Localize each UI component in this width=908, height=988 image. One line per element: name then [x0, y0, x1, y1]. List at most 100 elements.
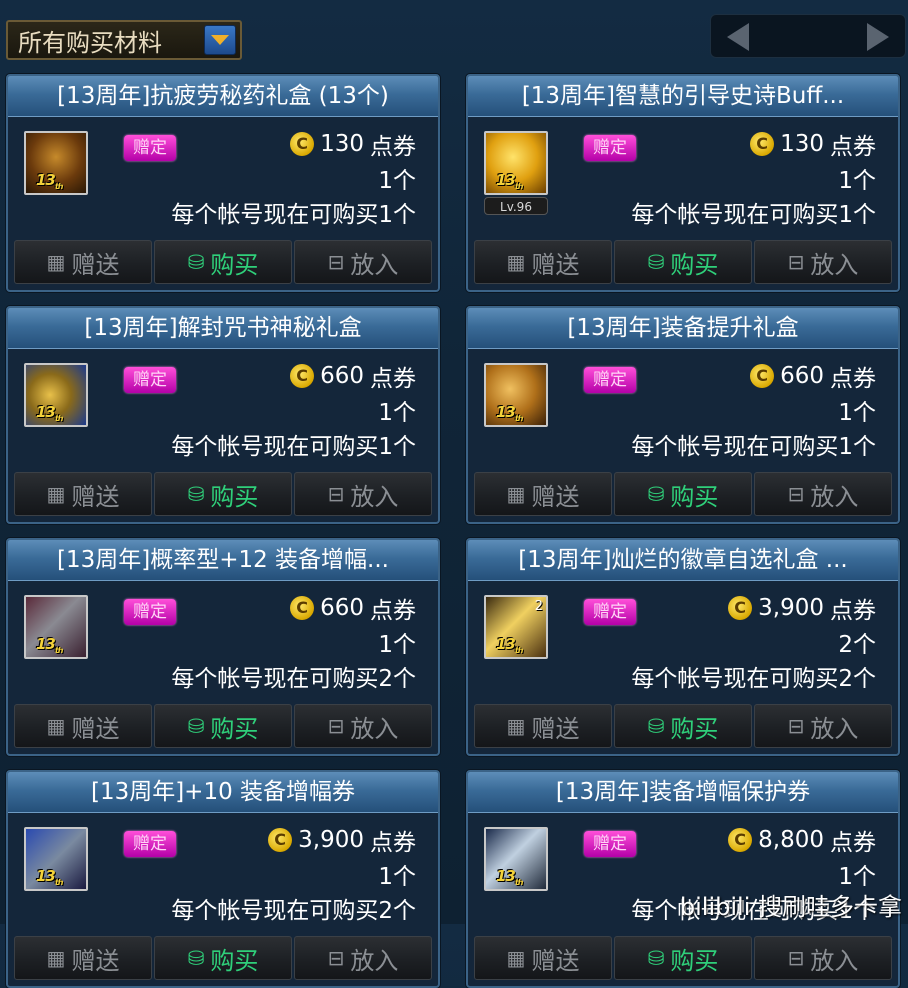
buy-button-label: 购买 [670, 482, 719, 511]
page-navigator [710, 14, 906, 58]
buy-button[interactable]: ⛁ 购买 [154, 240, 292, 284]
gift-button[interactable]: ▦ 赠送 [474, 240, 612, 284]
coupon-coin-icon: C [728, 828, 753, 852]
bound-badge: 赠定 [124, 367, 176, 393]
add-to-cart-button[interactable]: ⊟ 放入 [754, 704, 892, 748]
anniversary-badge: 13th [496, 867, 523, 887]
item-quantity: 1个 [378, 864, 416, 890]
amplify-scroll-icon[interactable]: 13th [24, 595, 88, 659]
item-title: [13周年]+10 装备增幅券 [8, 772, 438, 813]
shop-bag-icon: ⛁ [647, 250, 665, 274]
currency-unit: 点券 [830, 366, 876, 392]
category-filter-dropdown[interactable]: 所有购买材料 [6, 20, 242, 60]
gift-button-label: 赠送 [531, 946, 580, 975]
currency-unit: 点券 [830, 830, 876, 856]
bound-badge: 赠定 [124, 135, 176, 161]
anniversary-badge: 13th [36, 867, 63, 887]
gift-button-label: 赠送 [531, 714, 580, 743]
watermark: bilibili 搜刷哇多卡拿 [679, 893, 902, 921]
gift-button[interactable]: ▦ 赠送 [474, 936, 612, 980]
plus10-ticket-icon[interactable]: 13th [24, 827, 88, 891]
price-value: 3,900 [298, 827, 364, 853]
buy-button[interactable]: ⛁ 购买 [154, 704, 292, 748]
item-card: [13周年]智慧的引导史诗Buff... 13th Lv.96 赠定 C 130… [466, 74, 900, 292]
cart-button-label: 放入 [350, 946, 399, 975]
scroll-box-icon[interactable]: 13th [24, 363, 88, 427]
shop-bag-icon: ⛁ [647, 946, 665, 970]
gift-button[interactable]: ▦ 赠送 [14, 472, 152, 516]
gift-icon: ▦ [506, 714, 526, 738]
buy-button[interactable]: ⛁ 购买 [614, 240, 752, 284]
golden-book-icon[interactable]: 13th [484, 131, 548, 195]
item-body: 13th 赠定 C 130 点券 1个 每个帐号现在可购买1个 [8, 117, 438, 237]
add-to-cart-button[interactable]: ⊟ 放入 [294, 472, 432, 516]
potion-box-icon[interactable]: 13th [24, 131, 88, 195]
anniversary-badge: 13th [36, 171, 63, 191]
price-value: 3,900 [758, 595, 824, 621]
currency-unit: 点券 [830, 598, 876, 624]
cart-icon: ⊟ [787, 946, 805, 970]
item-title: [13周年]智慧的引导史诗Buff... [468, 76, 898, 117]
item-card: [13周年]装备提升礼盒 13th 赠定 C 660 点券 1个 每个帐号现在可… [466, 306, 900, 524]
item-body: 13th Lv.96 赠定 C 130 点券 1个 每个帐号现在可购买1个 [468, 117, 898, 237]
protect-ticket-icon[interactable]: 13th [484, 827, 548, 891]
anniversary-badge: 13th [496, 403, 523, 423]
gift-button[interactable]: ▦ 赠送 [14, 240, 152, 284]
buy-button[interactable]: ⛁ 购买 [154, 936, 292, 980]
purchase-limit: 每个帐号现在可购买1个 [171, 434, 416, 460]
cart-button-label: 放入 [810, 714, 859, 743]
item-actions: ▦ 赠送 ⛁ 购买 ⊟ 放入 [474, 472, 892, 516]
item-quantity: 1个 [838, 400, 876, 426]
add-to-cart-button[interactable]: ⊟ 放入 [294, 704, 432, 748]
item-quantity: 1个 [378, 168, 416, 194]
item-stack-count: 2 [534, 599, 543, 614]
item-title: [13周年]概率型+12 装备增幅... [8, 540, 438, 581]
coupon-coin-icon: C [750, 132, 775, 156]
gift-sack-icon[interactable]: 13th [484, 363, 548, 427]
buy-button-label: 购买 [670, 250, 719, 279]
add-to-cart-button[interactable]: ⊟ 放入 [754, 240, 892, 284]
item-card: [13周年]+10 装备增幅券 13th 赠定 C 3,900 点券 1个 每个… [6, 770, 440, 988]
gift-button[interactable]: ▦ 赠送 [474, 704, 612, 748]
cart-button-label: 放入 [350, 482, 399, 511]
buy-button[interactable]: ⛁ 购买 [154, 472, 292, 516]
item-title: [13周年]解封咒书神秘礼盒 [8, 308, 438, 349]
buy-button-label: 购买 [670, 946, 719, 975]
add-to-cart-button[interactable]: ⊟ 放入 [294, 240, 432, 284]
bound-badge: 赠定 [584, 831, 636, 857]
cart-icon: ⊟ [787, 250, 805, 274]
cart-icon: ⊟ [327, 482, 345, 506]
item-card: [13周年]装备增幅保护券 13th 赠定 C 8,800 点券 1个 每个帐号… [466, 770, 900, 988]
item-price: C 130 点券 [290, 127, 416, 161]
anniversary-badge: 13th [36, 403, 63, 423]
item-title: [13周年]装备增幅保护券 [468, 772, 898, 813]
item-quantity: 1个 [838, 864, 876, 890]
gift-button[interactable]: ▦ 赠送 [14, 704, 152, 748]
coupon-coin-icon: C [268, 828, 293, 852]
next-page-arrow-icon[interactable] [863, 22, 893, 52]
add-to-cart-button[interactable]: ⊟ 放入 [754, 472, 892, 516]
buy-button[interactable]: ⛁ 购买 [614, 704, 752, 748]
item-card: [13周年]概率型+12 装备增幅... 13th 赠定 C 660 点券 1个… [6, 538, 440, 756]
item-price: C 660 点券 [290, 591, 416, 625]
emblem-box-icon[interactable]: 2 13th [484, 595, 548, 659]
cart-icon: ⊟ [787, 714, 805, 738]
item-card: [13周年]抗疲劳秘药礼盒 (13个) 13th 赠定 C 130 点券 1个 … [6, 74, 440, 292]
item-title: [13周年]抗疲劳秘药礼盒 (13个) [8, 76, 438, 117]
item-title: [13周年]灿烂的徽章自选礼盒 ... [468, 540, 898, 581]
gift-button[interactable]: ▦ 赠送 [14, 936, 152, 980]
prev-page-arrow-icon[interactable] [723, 22, 753, 52]
buy-button-label: 购买 [210, 714, 259, 743]
category-filter-label: 所有购买材料 [18, 28, 162, 57]
buy-button[interactable]: ⛁ 购买 [614, 936, 752, 980]
anniversary-badge: 13th [496, 635, 523, 655]
buy-button[interactable]: ⛁ 购买 [614, 472, 752, 516]
add-to-cart-button[interactable]: ⊟ 放入 [754, 936, 892, 980]
cart-button-label: 放入 [810, 482, 859, 511]
gift-button[interactable]: ▦ 赠送 [474, 472, 612, 516]
item-body: 13th 赠定 C 660 点券 1个 每个帐号现在可购买1个 [8, 349, 438, 469]
gift-button-label: 赠送 [531, 250, 580, 279]
dropdown-arrow-icon[interactable] [204, 25, 236, 55]
price-value: 130 [780, 131, 824, 157]
add-to-cart-button[interactable]: ⊟ 放入 [294, 936, 432, 980]
